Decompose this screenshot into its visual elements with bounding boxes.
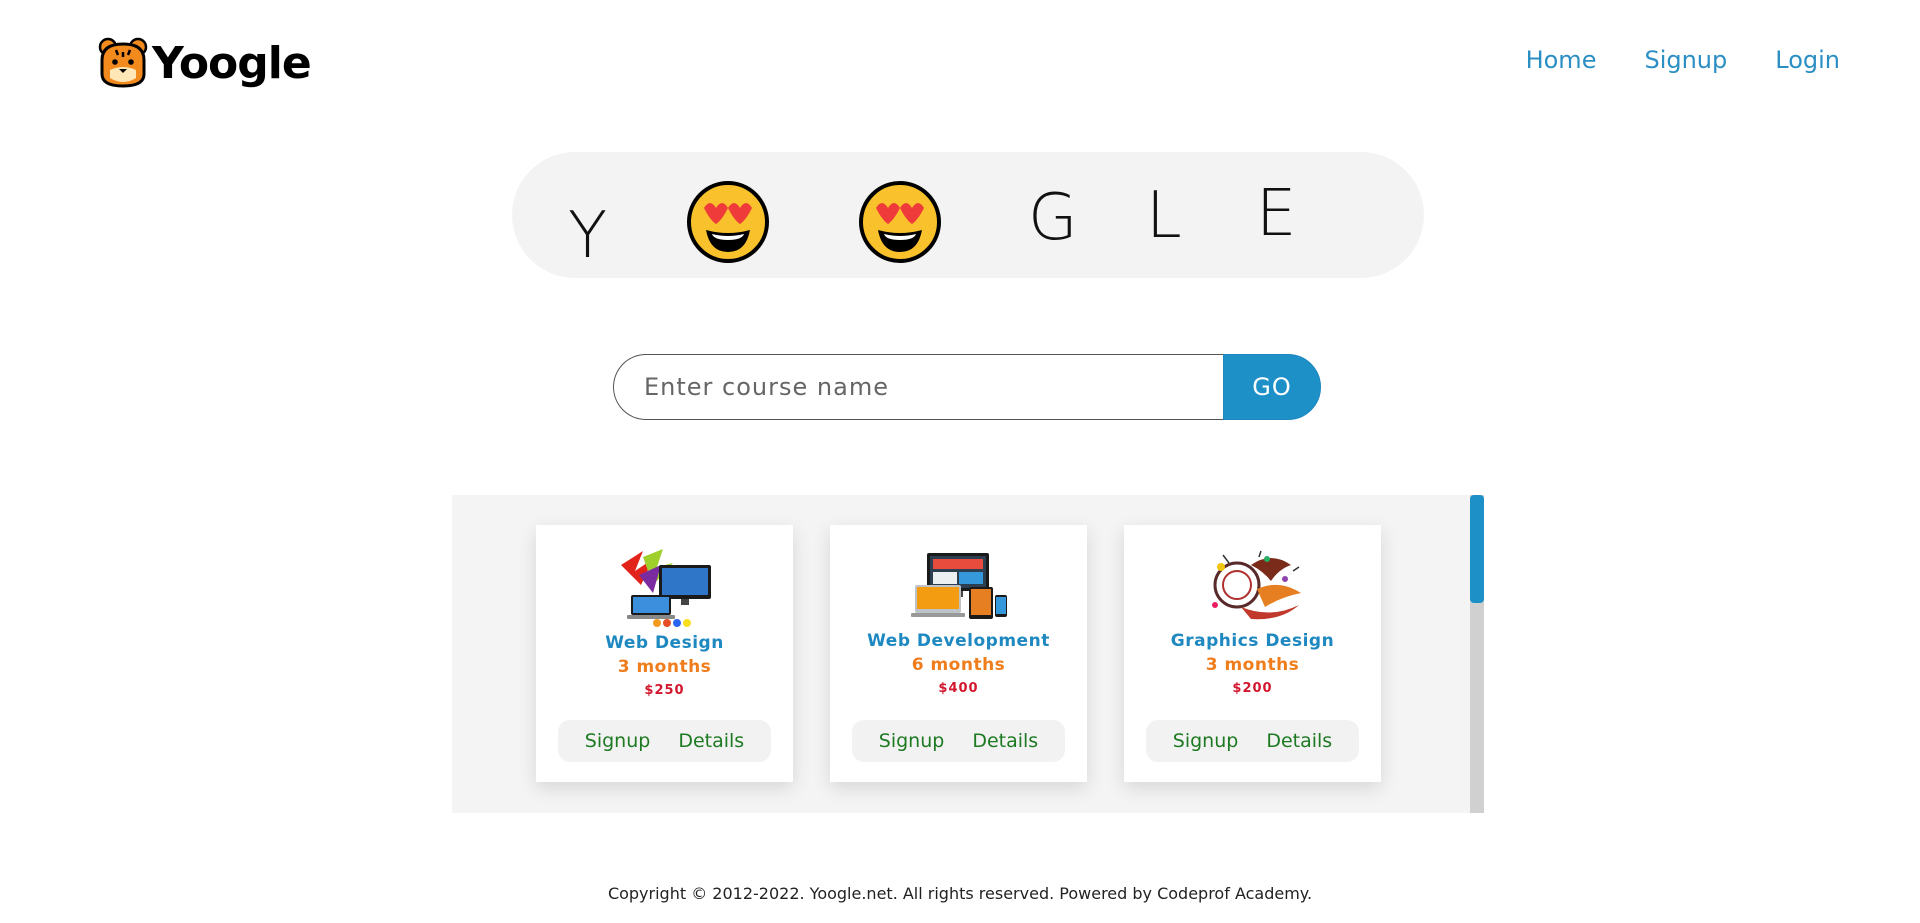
footer-copyright: Copyright © 2012-2022. Yoogle.net. All r… bbox=[607, 884, 1313, 903]
web-design-image bbox=[620, 549, 711, 627]
heart-eyes-emoji-icon bbox=[687, 181, 769, 263]
course-price: $250 bbox=[644, 683, 685, 698]
yoogle-banner: Y G L E bbox=[512, 152, 1424, 278]
courses-scrollbar-thumb[interactable] bbox=[1470, 495, 1484, 603]
course-signup-link[interactable]: Signup bbox=[879, 730, 945, 752]
course-search-input[interactable] bbox=[613, 354, 1223, 420]
course-details-link[interactable]: Details bbox=[972, 730, 1038, 752]
tiger-logo-icon bbox=[98, 37, 148, 88]
course-duration: 3 months bbox=[1205, 655, 1300, 675]
nav-home-link[interactable]: Home bbox=[1526, 46, 1597, 74]
courses-panel: Web Design 3 months $250 Signup Details … bbox=[452, 495, 1484, 813]
nav-login-link[interactable]: Login bbox=[1775, 46, 1840, 74]
course-details-link[interactable]: Details bbox=[1266, 730, 1332, 752]
course-signup-link[interactable]: Signup bbox=[585, 730, 651, 752]
header: Yoogle Home Signup Login bbox=[0, 0, 1920, 120]
logo[interactable]: Yoogle bbox=[96, 36, 312, 90]
course-title: Web Design bbox=[605, 633, 724, 653]
course-card: Web Development 6 months $400 Signup Det… bbox=[830, 525, 1087, 782]
nav-signup-link[interactable]: Signup bbox=[1644, 46, 1727, 74]
course-card: Web Design 3 months $250 Signup Details bbox=[536, 525, 793, 782]
course-actions: Signup Details bbox=[852, 720, 1065, 762]
course-details-link[interactable]: Details bbox=[678, 730, 744, 752]
course-duration: 3 months bbox=[617, 657, 712, 677]
course-title: Web Development bbox=[867, 631, 1050, 651]
course-actions: Signup Details bbox=[1146, 720, 1359, 762]
course-actions: Signup Details bbox=[558, 720, 771, 762]
heart-eyes-emoji-icon bbox=[859, 181, 941, 263]
course-search: GO bbox=[613, 354, 1321, 420]
web-development-image bbox=[910, 553, 1007, 619]
course-price: $200 bbox=[1232, 681, 1273, 696]
logo-text: Yoogle bbox=[152, 37, 312, 89]
banner-letter-g: G bbox=[1028, 181, 1078, 255]
search-go-button[interactable]: GO bbox=[1223, 354, 1321, 420]
banner-letter-e: E bbox=[1256, 177, 1297, 251]
course-card: Graphics Design 3 months $200 Signup Det… bbox=[1124, 525, 1381, 782]
main-nav: Home Signup Login bbox=[1526, 46, 1840, 74]
course-price: $400 bbox=[938, 681, 979, 696]
banner-letter-l: L bbox=[1146, 179, 1182, 253]
banner-letter-y: Y bbox=[568, 199, 608, 273]
course-signup-link[interactable]: Signup bbox=[1173, 730, 1239, 752]
courses-scrollbar[interactable] bbox=[1470, 495, 1484, 813]
course-duration: 6 months bbox=[911, 655, 1006, 675]
course-title: Graphics Design bbox=[1170, 631, 1335, 651]
graphics-design-image bbox=[1211, 550, 1301, 620]
